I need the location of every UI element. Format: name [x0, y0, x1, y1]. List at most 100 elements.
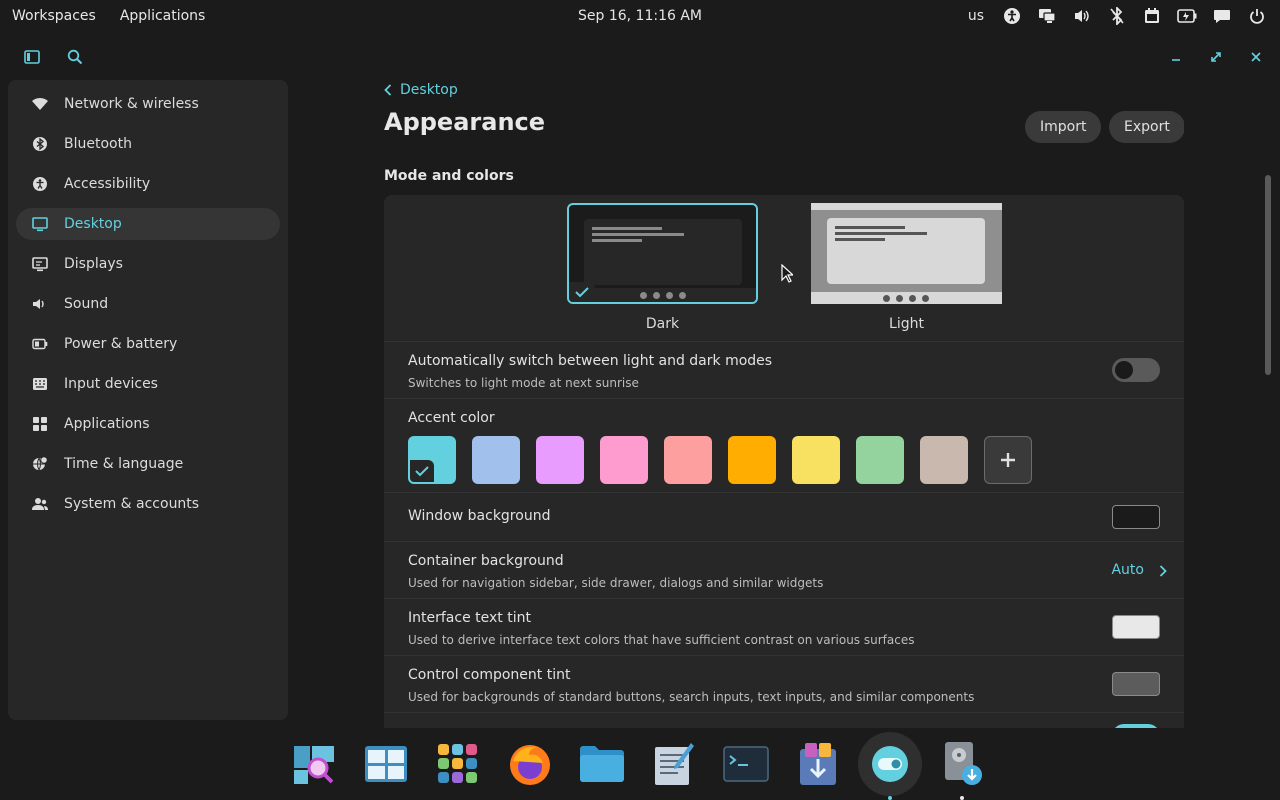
sidebar-item-displays[interactable]: Displays — [16, 248, 280, 280]
power-icon[interactable] — [1239, 0, 1274, 32]
users-icon — [32, 496, 48, 512]
light-mode-option[interactable]: Light — [811, 203, 1002, 332]
window-background-row: Window background — [384, 493, 1184, 542]
applications-button[interactable]: Applications — [108, 8, 218, 24]
accent-swatch[interactable] — [472, 436, 520, 484]
sidebar-item-sound[interactable]: Sound — [16, 288, 280, 320]
settings-sidebar: Network & wireless Bluetooth Accessibili… — [8, 80, 288, 720]
sidebar-item-label: Displays — [64, 256, 123, 272]
accent-swatch[interactable] — [792, 436, 840, 484]
search-icon[interactable] — [62, 44, 88, 70]
sidebar-item-system-accounts[interactable]: System & accounts — [16, 488, 280, 520]
dark-mode-option[interactable]: Dark — [567, 203, 758, 332]
window-background-color-button[interactable] — [1112, 505, 1160, 529]
workspaces-button[interactable]: Workspaces — [0, 8, 108, 24]
notifications-icon[interactable] — [1204, 0, 1239, 32]
speaker-icon — [32, 296, 48, 312]
accent-swatches — [408, 436, 1068, 484]
breadcrumb[interactable]: Desktop — [384, 80, 458, 100]
partial-toggle[interactable] — [1112, 724, 1160, 728]
sidebar-item-label: Applications — [64, 416, 150, 432]
battery-icon[interactable] — [1169, 0, 1204, 32]
close-icon[interactable] — [1243, 44, 1269, 70]
auto-switch-toggle[interactable] — [1112, 358, 1160, 382]
terminal-icon[interactable] — [714, 732, 778, 796]
add-custom-color-button[interactable] — [984, 436, 1032, 484]
accent-swatch[interactable] — [856, 436, 904, 484]
sidebar-item-accessibility[interactable]: Accessibility — [16, 168, 280, 200]
chevron-right-icon — [1160, 565, 1168, 577]
control-component-tint-subtitle: Used for backgrounds of standard buttons… — [408, 690, 975, 704]
interface-text-tint-color-button[interactable] — [1112, 615, 1160, 639]
auto-switch-title: Automatically switch between light and d… — [408, 353, 773, 369]
calendar-icon[interactable] — [1134, 0, 1169, 32]
sidebar-item-time-language[interactable]: Time & language — [16, 448, 280, 480]
sidebar-item-label: Power & battery — [64, 336, 178, 352]
sidebar-toggle-icon[interactable] — [19, 44, 45, 70]
firefox-icon[interactable] — [498, 732, 562, 796]
container-background-row[interactable]: Container background Used for navigation… — [384, 542, 1184, 599]
keyboard-layout[interactable]: us — [958, 8, 994, 24]
dark-mode-preview[interactable] — [567, 203, 758, 304]
bluetooth-off-icon[interactable] — [1099, 0, 1134, 32]
sidebar-item-desktop[interactable]: Desktop — [16, 208, 280, 240]
app-library-icon[interactable] — [426, 732, 490, 796]
accent-swatch[interactable] — [728, 436, 776, 484]
sidebar-item-bluetooth[interactable]: Bluetooth — [16, 128, 280, 160]
display-icon[interactable] — [1029, 0, 1064, 32]
settings-icon[interactable] — [858, 732, 922, 800]
workspaces-icon[interactable] — [354, 732, 418, 796]
interface-text-tint-subtitle: Used to derive interface text colors tha… — [408, 633, 915, 647]
sidebar-item-label: Network & wireless — [64, 96, 199, 112]
dock — [282, 728, 998, 800]
text-editor-icon[interactable] — [642, 732, 706, 796]
plus-icon — [1001, 453, 1015, 467]
breadcrumb-desktop-link[interactable]: Desktop — [400, 82, 458, 98]
displays-icon — [32, 256, 48, 272]
check-icon — [569, 282, 595, 302]
top-panel: Workspaces Applications Sep 16, 11:16 AM… — [0, 0, 1280, 32]
files-icon[interactable] — [570, 732, 634, 796]
clock[interactable]: Sep 16, 11:16 AM — [578, 8, 702, 24]
sidebar-item-label: System & accounts — [64, 496, 200, 512]
sidebar-item-power[interactable]: Power & battery — [16, 328, 280, 360]
volume-icon[interactable] — [1064, 0, 1099, 32]
sidebar-item-applications[interactable]: Applications — [16, 408, 280, 440]
sidebar-item-input-devices[interactable]: Input devices — [16, 368, 280, 400]
sidebar-item-network[interactable]: Network & wireless — [16, 88, 280, 120]
accent-color-title: Accent color — [408, 410, 495, 426]
light-mode-preview[interactable] — [811, 203, 1002, 304]
sidebar-item-label: Input devices — [64, 376, 158, 392]
accent-swatch[interactable] — [920, 436, 968, 484]
accessibility-icon[interactable] — [994, 0, 1029, 32]
active-indicator — [888, 796, 892, 800]
container-background-auto-link[interactable]: Auto — [1111, 562, 1168, 578]
accessibility-icon — [32, 176, 48, 192]
launcher-search-icon[interactable] — [282, 732, 346, 796]
bluetooth-icon — [32, 136, 48, 152]
window-header — [0, 36, 1280, 76]
mouse-cursor-icon — [781, 263, 795, 288]
import-button[interactable]: Import — [1025, 111, 1102, 143]
store-icon[interactable] — [786, 732, 850, 796]
chevron-left-icon — [384, 84, 392, 96]
export-button[interactable]: Export — [1109, 111, 1184, 143]
next-row-partial — [384, 713, 1184, 728]
maximize-icon[interactable] — [1203, 44, 1229, 70]
minimize-icon[interactable] — [1163, 44, 1189, 70]
disk-installer-icon[interactable] — [930, 732, 994, 800]
control-component-tint-color-button[interactable] — [1112, 672, 1160, 696]
accent-color-row: Accent color — [384, 399, 1184, 493]
appearance-page: Desktop Appearance Import Export Mode an… — [384, 80, 1184, 728]
accent-swatch[interactable] — [664, 436, 712, 484]
sidebar-item-label: Sound — [64, 296, 109, 312]
globe-clock-icon — [32, 456, 48, 472]
sidebar-item-label: Accessibility — [64, 176, 151, 192]
accent-swatch-selected[interactable] — [408, 436, 456, 484]
scrollbar[interactable] — [1265, 175, 1271, 375]
monitor-icon — [32, 216, 48, 232]
accent-swatch[interactable] — [600, 436, 648, 484]
sidebar-item-label: Time & language — [64, 456, 184, 472]
dark-mode-label: Dark — [645, 316, 680, 332]
accent-swatch[interactable] — [536, 436, 584, 484]
